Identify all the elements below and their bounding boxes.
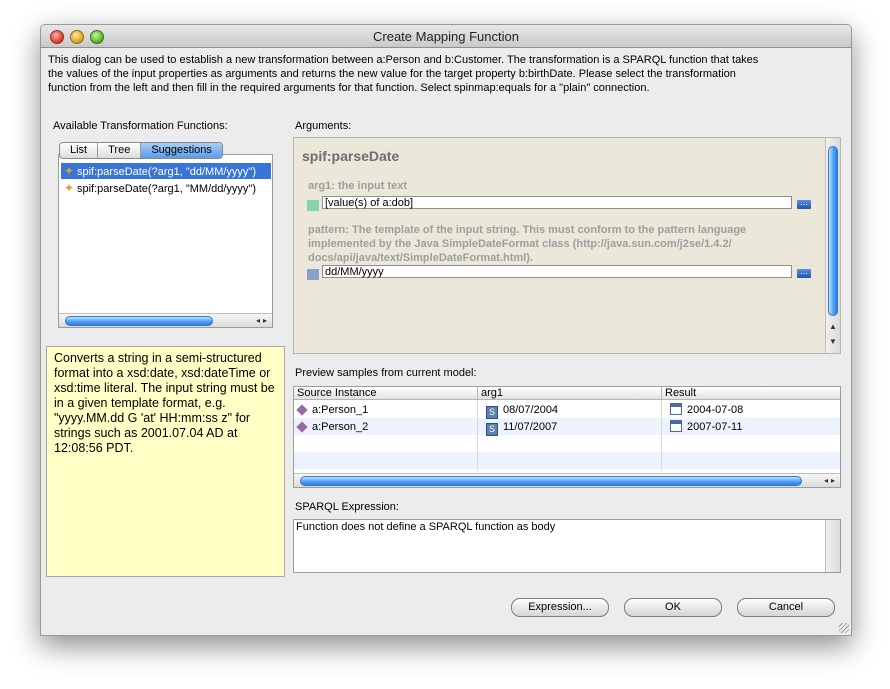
sparql-text: Function does not define a SPARQL functi… [296, 521, 556, 533]
scroll-thumb[interactable] [300, 476, 802, 486]
ok-button[interactable]: OK [624, 598, 722, 617]
instance-diamond-icon [296, 421, 308, 433]
row-stripe [294, 418, 840, 435]
scroll-up-arrow[interactable]: ▲ [826, 322, 840, 331]
title-bar[interactable]: Create Mapping Function [41, 25, 851, 48]
table-cell: 2007-07-11 [665, 419, 742, 435]
arguments-label: Arguments: [295, 120, 352, 132]
function-description: Converts a string in a semi-structured f… [46, 346, 285, 577]
preview-label: Preview samples from current model: [295, 367, 477, 379]
function-name-heading: spif:parseDate [302, 148, 400, 164]
string-icon: S [486, 406, 498, 419]
functions-list[interactable]: ✦ spif:parseDate(?arg1, "dd/MM/yyyy") ✦ sp… [58, 154, 273, 328]
arguments-panel: spif:parseDate arg1: the input text [val… [293, 137, 841, 354]
tab-list[interactable]: List [60, 143, 99, 158]
column-divider [661, 400, 662, 470]
pattern-color-swatch [307, 269, 319, 280]
date-icon [670, 420, 682, 432]
scroll-arrows[interactable]: ◂▸ [824, 474, 838, 487]
pattern-browse-button[interactable]: ... [797, 267, 811, 278]
table-row[interactable]: a:Person_1 [294, 402, 368, 418]
dialog-window: Create Mapping Function This dialog can … [40, 24, 852, 636]
pattern-label-line-2: implemented by the Java SimpleDateFormat… [308, 238, 732, 250]
row-stripe [294, 452, 840, 469]
function-star-icon: ✦ [63, 164, 75, 178]
pattern-field[interactable]: dd/MM/yyyy [322, 265, 792, 278]
column-header-arg1[interactable]: arg1 [478, 387, 662, 400]
column-header-source[interactable]: Source Instance [294, 387, 478, 400]
intro-text: This dialog can be used to establish a n… [48, 54, 759, 94]
tab-suggestions[interactable]: Suggestions [141, 143, 222, 158]
table-cell: S 11/07/2007 [481, 419, 557, 436]
tab-tree[interactable]: Tree [98, 143, 142, 158]
column-header-result[interactable]: Result [662, 387, 840, 400]
cancel-button[interactable]: Cancel [737, 598, 835, 617]
sparql-vertical-scrollbar[interactable] [825, 520, 840, 572]
scroll-down-arrow[interactable]: ▼ [826, 337, 840, 346]
list-item[interactable]: ✦ spif:parseDate(?arg1, "MM/dd/yyyy") [61, 180, 271, 196]
arg1-label: arg1: the input text [308, 180, 408, 192]
table-row[interactable]: a:Person_2 [294, 419, 368, 435]
expression-button[interactable]: Expression... [511, 598, 609, 617]
string-icon: S [486, 423, 498, 436]
function-star-icon: ✦ [63, 181, 75, 195]
scroll-thumb[interactable] [65, 316, 213, 326]
window-title: Create Mapping Function [373, 29, 519, 44]
arguments-vertical-scrollbar[interactable]: ▲ ▼ [825, 138, 840, 353]
function-view-tabs: List Tree Suggestions [59, 142, 223, 159]
table-cell: S 08/07/2004 [481, 402, 558, 419]
pattern-label-line-3: docs/api/java/text/SimpleDateFormat.html… [308, 252, 533, 264]
column-divider [477, 400, 478, 470]
resize-grip-icon[interactable] [839, 623, 849, 633]
date-icon [670, 403, 682, 415]
available-functions-label: Available Transformation Functions: [53, 120, 228, 132]
sparql-label: SPARQL Expression: [295, 501, 399, 513]
functions-horizontal-scrollbar[interactable]: ◂▸ [59, 313, 272, 327]
table-cell: 2004-07-08 [665, 402, 743, 418]
list-item[interactable]: ✦ spif:parseDate(?arg1, "dd/MM/yyyy") [61, 163, 271, 179]
arg1-color-swatch [307, 200, 319, 211]
pattern-label-line-1: pattern: The template of the input strin… [308, 224, 747, 236]
scroll-arrows[interactable]: ◂▸ [256, 314, 270, 327]
arg1-browse-button[interactable]: ... [797, 198, 811, 209]
sparql-expression-area[interactable]: Function does not define a SPARQL functi… [293, 519, 841, 573]
preview-horizontal-scrollbar[interactable]: ◂▸ [294, 473, 840, 487]
instance-diamond-icon [296, 404, 308, 416]
preview-table: Source Instance arg1 Result a:Person_1 S… [293, 386, 841, 488]
scroll-thumb[interactable] [828, 146, 838, 316]
arg1-field[interactable]: [value(s) of a:dob] [322, 196, 792, 209]
